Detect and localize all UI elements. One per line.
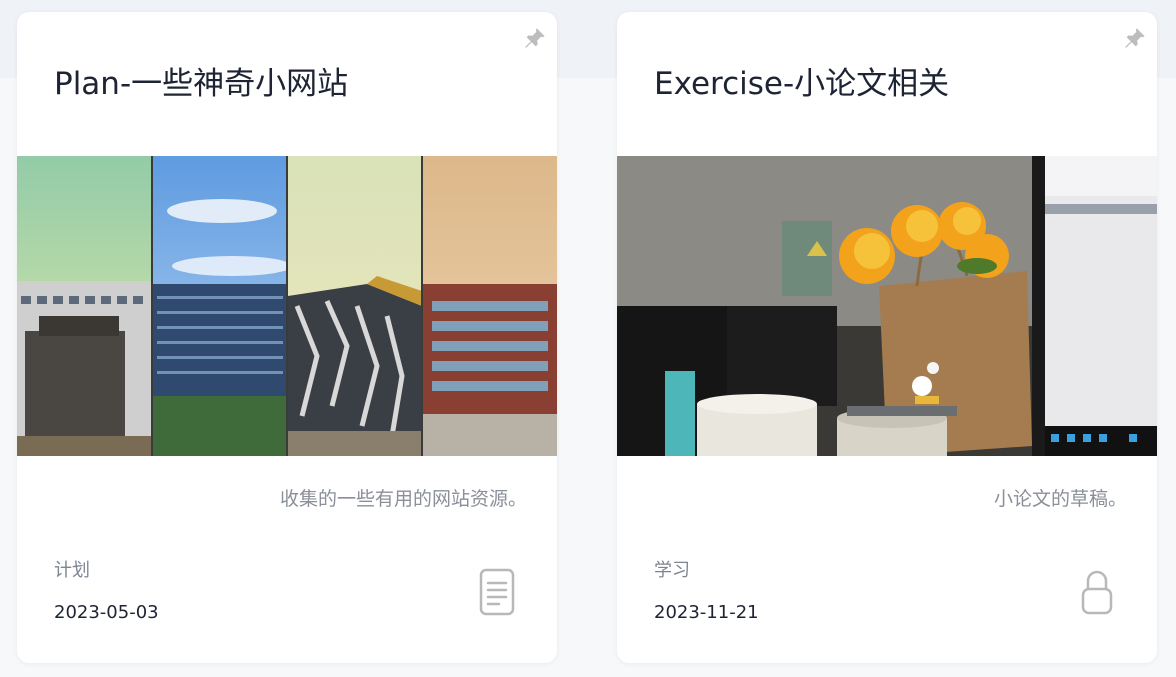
post-excerpt: 收集的一些有用的网站资源。 xyxy=(279,488,527,510)
post-title[interactable]: Plan-一些神奇小网站 xyxy=(54,64,348,104)
post-cover-image[interactable] xyxy=(17,156,557,456)
pin-icon xyxy=(525,28,545,48)
post-title[interactable]: Exercise-小论文相关 xyxy=(654,64,949,104)
post-excerpt: 小论文的草稿。 xyxy=(993,488,1127,510)
post-category[interactable]: 学习 xyxy=(654,558,690,584)
post-date: 2023-11-21 xyxy=(654,602,759,623)
post-cover-image[interactable] xyxy=(617,156,1157,456)
post-date: 2023-05-03 xyxy=(54,602,159,623)
lock-icon xyxy=(1081,570,1113,615)
post-category[interactable]: 计划 xyxy=(54,558,90,584)
post-card[interactable]: Exercise-小论文相关 小论文的草稿。 学习 2023-11-21 xyxy=(617,12,1157,663)
pin-icon xyxy=(1125,28,1145,48)
document-icon xyxy=(479,568,515,616)
post-card[interactable]: Plan-一些神奇小网站 收集的一些有用的网站资源。 计划 2023-05-03 xyxy=(17,12,557,663)
